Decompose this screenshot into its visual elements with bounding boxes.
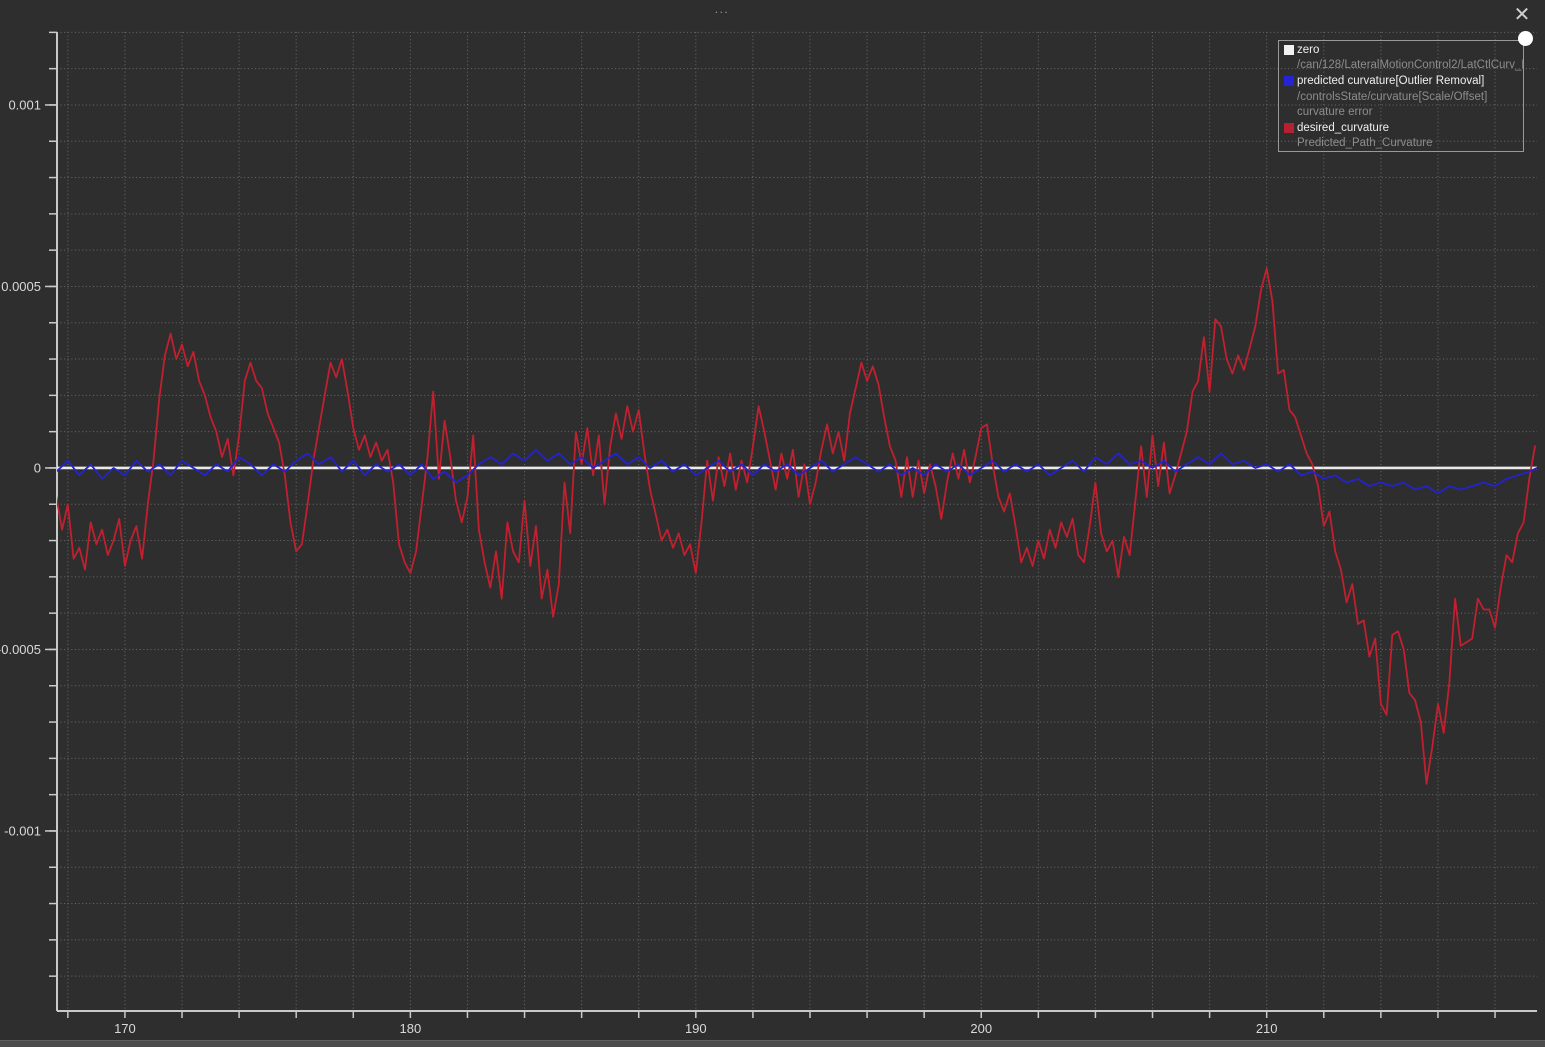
legend: zero /can/128/LateralMotionControl2/LatC…	[1278, 40, 1524, 152]
axes	[57, 32, 1537, 1011]
close-icon[interactable]: ✕	[1508, 2, 1536, 28]
legend-item-label: curvature error	[1297, 106, 1372, 118]
legend-item-can-signal[interactable]: /can/128/LateralMotionControl2/LatCtlCur…	[1284, 58, 1523, 74]
x-tick-label: 180	[400, 1021, 422, 1036]
legend-item-desired-curvature[interactable]: desired_curvature	[1284, 120, 1523, 136]
legend-resize-handle[interactable]	[1518, 31, 1533, 46]
y-tick-label: 0.001	[8, 97, 41, 112]
axis-ticks	[45, 32, 1495, 1018]
legend-item-curvature-error[interactable]: curvature error	[1284, 104, 1523, 120]
legend-item-predicted-curvature[interactable]: predicted curvature[Outlier Removal]	[1284, 73, 1523, 89]
axis-labels: 170 180 190 200 210 0.001 0.0005 0 -0.0005 -0.001	[0, 97, 1278, 1036]
series-desired-curvature	[56, 268, 1535, 784]
y-tick-label: -0.001	[4, 823, 41, 838]
legend-item-label: zero	[1297, 44, 1319, 56]
legend-item-label: desired_curvature	[1297, 122, 1389, 134]
x-tick-label: 170	[114, 1021, 136, 1036]
series-swatch	[1284, 123, 1294, 133]
plot-pane: 170 180 190 200 210 0.001 0.0005 0 -0.0005 -0.001…	[0, 0, 1545, 1047]
y-tick-label: 0.0005	[1, 279, 41, 294]
legend-item-controls-state[interactable]: /controlsState/curvature[Scale/Offset]	[1284, 89, 1523, 105]
x-tick-label: 200	[970, 1021, 992, 1036]
y-tick-label: -0.0005	[0, 642, 41, 657]
legend-item-label: predicted curvature[Outlier Removal]	[1297, 75, 1484, 87]
grid	[57, 32, 1537, 1011]
pane-drag-handle-icon[interactable]: ...	[702, 4, 742, 18]
pane-divider[interactable]	[0, 1040, 1545, 1047]
y-tick-label: 0	[34, 460, 41, 475]
series-swatch	[1284, 45, 1294, 55]
x-tick-label: 190	[685, 1021, 707, 1036]
series	[56, 268, 1537, 784]
series-swatch	[1284, 76, 1294, 86]
legend-item-zero[interactable]: zero	[1284, 42, 1523, 58]
x-tick-label: 210	[1256, 1021, 1278, 1036]
legend-item-label: Predicted_Path_Curvature	[1297, 137, 1433, 149]
legend-item-label: /controlsState/curvature[Scale/Offset]	[1297, 91, 1487, 103]
legend-item-predicted-path-curvature[interactable]: Predicted_Path_Curvature	[1284, 136, 1523, 152]
plot-canvas[interactable]: 170 180 190 200 210 0.001 0.0005 0 -0.0005 -0.001	[0, 0, 1545, 1047]
legend-item-label: /can/128/LateralMotionControl2/LatCtlCur…	[1297, 59, 1523, 71]
